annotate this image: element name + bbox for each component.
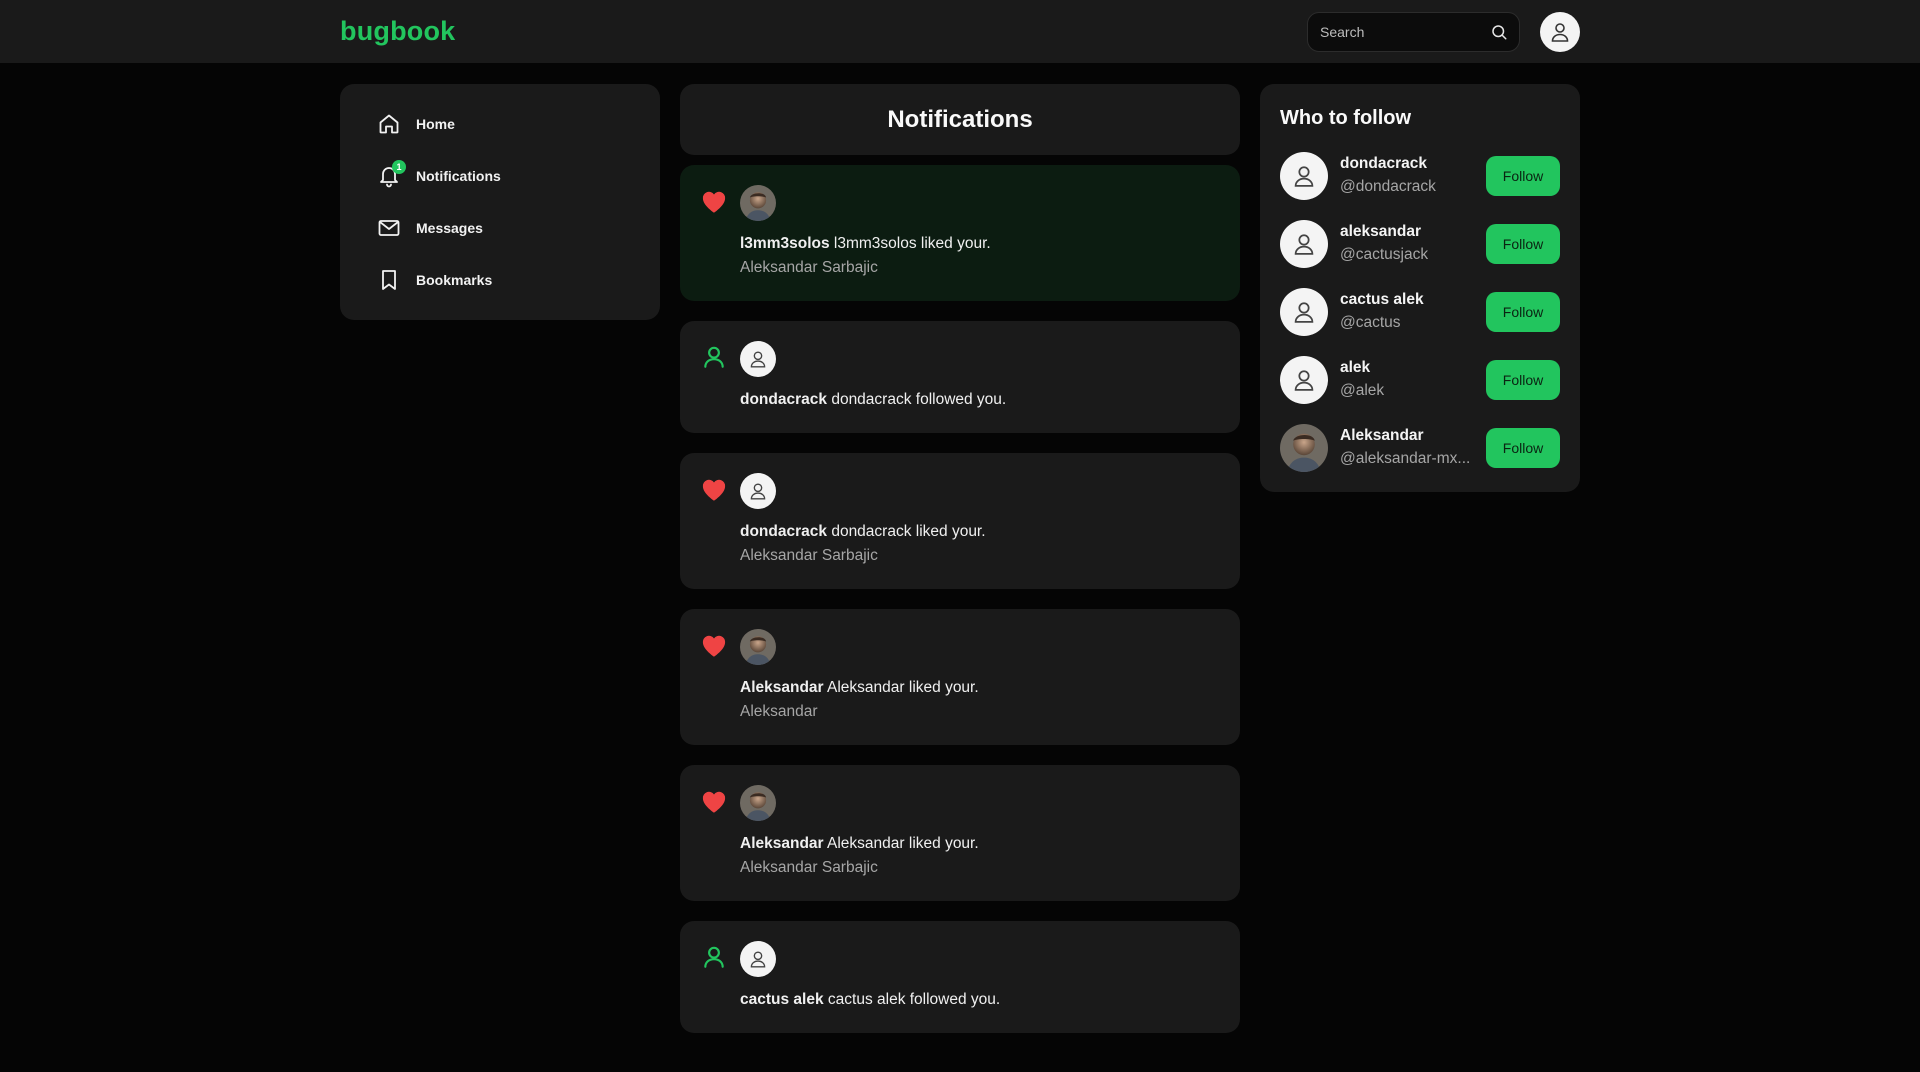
follow-button[interactable]: Follow	[1486, 156, 1560, 196]
notification-text: dondacrack dondacrack followed you.	[740, 391, 1006, 409]
notification-item[interactable]: dondacrack dondacrack followed you.	[680, 321, 1240, 433]
sidebar-item-notifications[interactable]: 1 Notifications	[376, 160, 501, 192]
avatar[interactable]	[1280, 220, 1328, 268]
follow-button[interactable]: Follow	[1486, 360, 1560, 400]
avatar[interactable]	[740, 473, 776, 509]
avatar[interactable]	[740, 785, 776, 821]
notification-item[interactable]: Aleksandar Aleksandar liked your. Aleksan…	[680, 609, 1240, 745]
notification-item[interactable]: Aleksandar Aleksandar liked your. Aleksan…	[680, 765, 1240, 901]
sidebar-nav: Home 1 Notifications Messages Bookmarks	[340, 84, 660, 320]
notification-message: Aleksandar liked your.	[823, 835, 979, 852]
notification-message: cactus alek followed you.	[823, 991, 1001, 1008]
notification-item[interactable]: l3mm3solos l3mm3solos liked your. Aleksan…	[680, 165, 1240, 301]
home-icon	[376, 111, 402, 137]
notification-badge: 1	[392, 160, 406, 174]
sidebar-item-label: Home	[416, 116, 455, 132]
heart-icon	[700, 475, 728, 503]
notification-message: dondacrack liked your.	[827, 523, 986, 540]
user-follow-icon	[700, 943, 728, 971]
sidebar-item-messages[interactable]: Messages	[376, 212, 483, 244]
suggested-user-handle: @dondacrack	[1340, 178, 1436, 195]
suggested-user-name[interactable]: cactus alek	[1340, 291, 1424, 309]
notification-item[interactable]: cactus alek cactus alek followed you.	[680, 921, 1240, 1033]
sidebar-item-bookmarks[interactable]: Bookmarks	[376, 264, 492, 296]
suggested-user-handle: @alek	[1340, 382, 1385, 399]
notification-post-preview: Aleksandar Sarbajic	[740, 859, 878, 876]
page-title: Notifications	[887, 105, 1033, 133]
user-follow-icon	[700, 343, 728, 371]
notification-post-preview: Aleksandar Sarbajic	[740, 547, 878, 564]
notification-user[interactable]: dondacrack	[740, 523, 827, 540]
notification-user[interactable]: Aleksandar	[740, 835, 824, 852]
suggested-user-handle: @aleksandar-mx...	[1340, 450, 1471, 467]
notification-post-preview: Aleksandar Sarbajic	[740, 259, 878, 276]
who-to-follow-panel: Who to follow dondacrack @dondacrack Follo…	[1260, 84, 1580, 492]
notification-text: l3mm3solos l3mm3solos liked your.	[740, 235, 991, 253]
notification-text: Aleksandar Aleksandar liked your.	[740, 835, 979, 853]
notification-user[interactable]: l3mm3solos	[740, 235, 830, 252]
top-bar: bugbook	[0, 0, 1920, 63]
notification-post-preview: Aleksandar	[740, 703, 818, 720]
user-avatar-button[interactable]	[1540, 12, 1580, 52]
follow-button[interactable]: Follow	[1486, 292, 1560, 332]
heart-icon	[700, 187, 728, 215]
notification-message: l3mm3solos liked your.	[829, 235, 991, 252]
notification-text: cactus alek cactus alek followed you.	[740, 991, 1000, 1009]
search-icon[interactable]	[1490, 23, 1508, 46]
notification-text: dondacrack dondacrack liked your.	[740, 523, 986, 541]
page-title-card: Notifications	[680, 84, 1240, 155]
suggested-user: dondacrack @dondacrack Follow	[1280, 152, 1560, 202]
notification-user[interactable]: Aleksandar	[740, 679, 824, 696]
follow-button[interactable]: Follow	[1486, 428, 1560, 468]
suggested-user: cactus alek @cactus Follow	[1280, 288, 1560, 338]
avatar[interactable]	[1280, 152, 1328, 200]
suggested-user-name[interactable]: Aleksandar	[1340, 427, 1424, 445]
logo[interactable]: bugbook	[340, 16, 455, 47]
heart-icon	[700, 787, 728, 815]
avatar[interactable]	[1280, 424, 1328, 472]
heart-icon	[700, 631, 728, 659]
suggested-user-name[interactable]: alek	[1340, 359, 1370, 377]
mail-icon	[376, 215, 402, 241]
suggested-user: Aleksandar @aleksandar-mx... Follow	[1280, 424, 1560, 474]
search-box[interactable]	[1307, 12, 1520, 52]
notification-message: dondacrack followed you.	[827, 391, 1007, 408]
notification-user[interactable]: dondacrack	[740, 391, 827, 408]
notification-message: Aleksandar liked your.	[823, 679, 979, 696]
suggested-user: alek @alek Follow	[1280, 356, 1560, 406]
avatar[interactable]	[740, 185, 776, 221]
suggested-user-handle: @cactus	[1340, 314, 1401, 331]
notification-item[interactable]: dondacrack dondacrack liked your. Aleksan…	[680, 453, 1240, 589]
avatar[interactable]	[740, 341, 776, 377]
who-to-follow-title: Who to follow	[1280, 107, 1412, 129]
avatar[interactable]	[1280, 288, 1328, 336]
search-input[interactable]	[1320, 13, 1480, 51]
suggested-user-name[interactable]: dondacrack	[1340, 155, 1427, 173]
sidebar-item-label: Messages	[416, 220, 483, 236]
bookmark-icon	[376, 267, 402, 293]
suggested-user: aleksandar @cactusjack Follow	[1280, 220, 1560, 270]
suggested-user-handle: @cactusjack	[1340, 246, 1429, 263]
user-icon	[1551, 23, 1569, 42]
avatar[interactable]	[740, 941, 776, 977]
sidebar-item-label: Bookmarks	[416, 272, 493, 288]
avatar[interactable]	[1280, 356, 1328, 404]
avatar[interactable]	[740, 629, 776, 665]
suggested-user-name[interactable]: aleksandar	[1340, 223, 1421, 241]
sidebar-item-label: Notifications	[416, 168, 501, 184]
follow-button[interactable]: Follow	[1486, 224, 1560, 264]
bell-icon: 1	[376, 160, 406, 189]
notification-user[interactable]: cactus alek	[740, 991, 824, 1008]
sidebar-item-home[interactable]: Home	[376, 108, 455, 140]
notification-text: Aleksandar Aleksandar liked your.	[740, 679, 979, 697]
